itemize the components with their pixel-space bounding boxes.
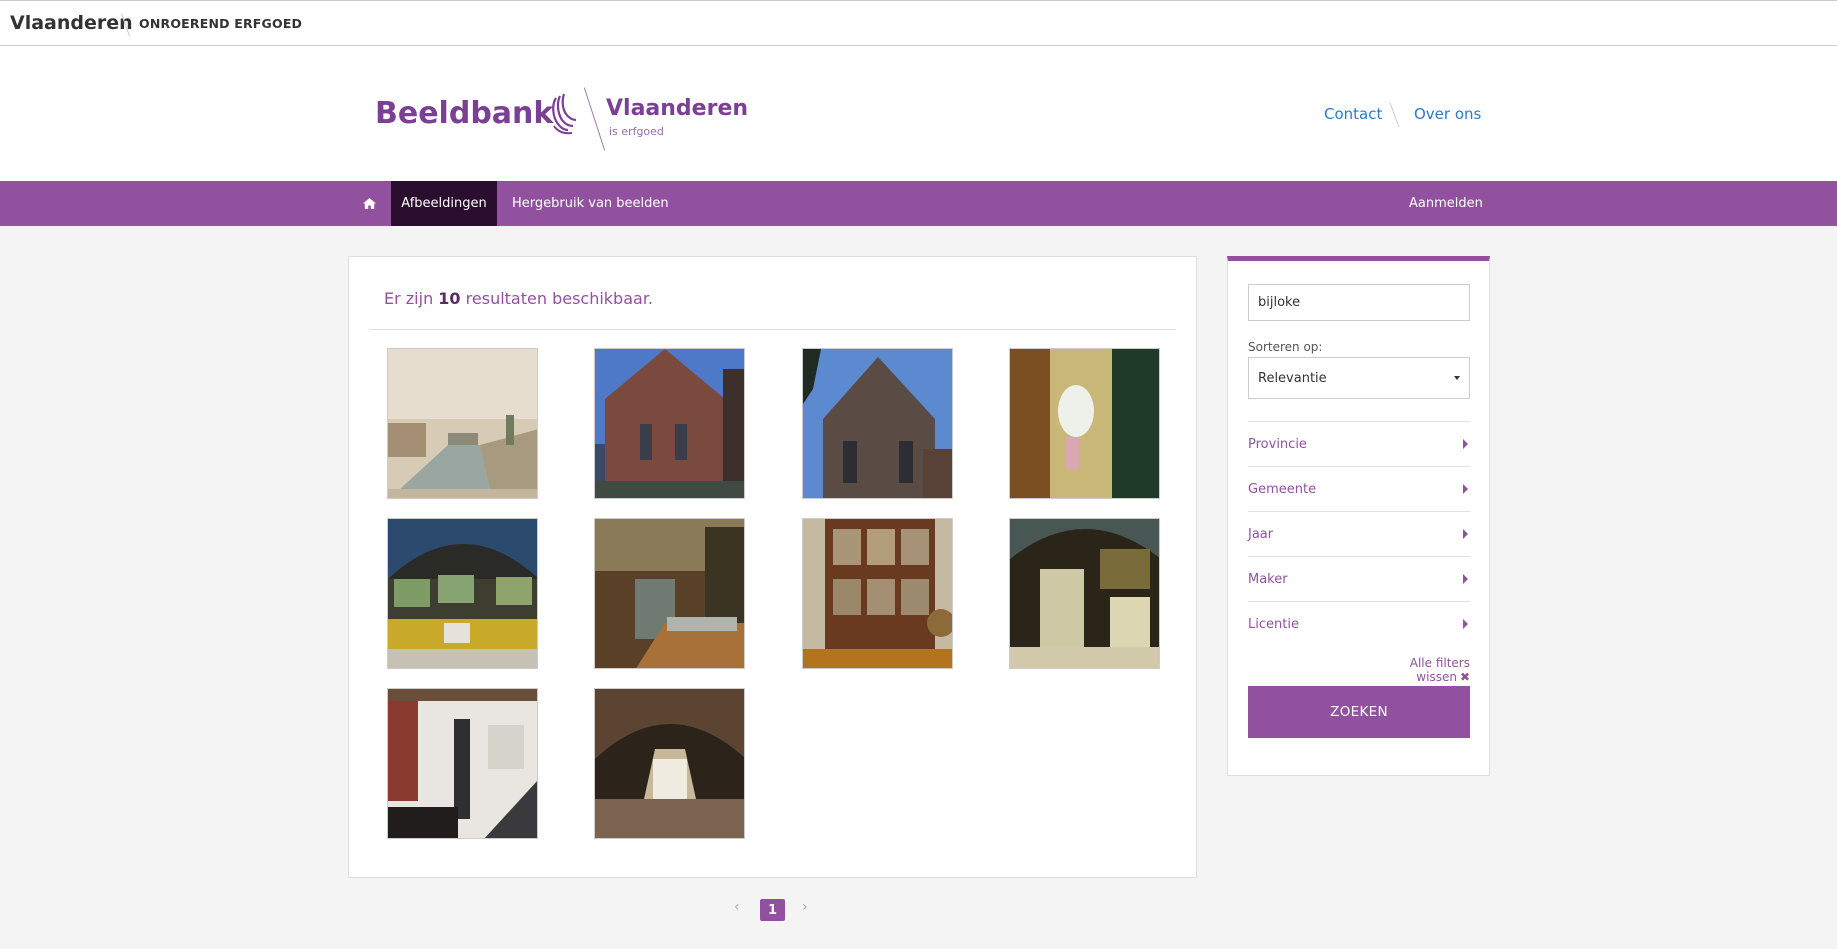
clear-filters-link[interactable]: Alle filters wissen ✖: [1358, 656, 1470, 684]
contact-link[interactable]: Contact: [1324, 105, 1382, 123]
thumbnail-image: [595, 689, 744, 838]
thumbnail-image: [388, 349, 537, 498]
result-thumbnail[interactable]: [1009, 518, 1160, 669]
caret-down-icon: [1454, 376, 1460, 380]
about-link[interactable]: Over ons: [1414, 105, 1481, 123]
pagination-page-current[interactable]: 1: [760, 899, 785, 921]
facet-provincie[interactable]: Provincie: [1248, 421, 1470, 466]
result-thumbnail[interactable]: [594, 688, 745, 839]
facet-jaar[interactable]: Jaar: [1248, 511, 1470, 556]
result-thumbnail[interactable]: [387, 518, 538, 669]
triangle-right-icon: [1463, 484, 1468, 494]
main-navigation: Afbeeldingen Hergebruik van beelden Aanm…: [0, 181, 1837, 226]
pagination-prev[interactable]: ‹: [734, 899, 740, 921]
thumbnail-image: [803, 519, 952, 668]
home-icon: [362, 198, 376, 209]
triangle-right-icon: [1463, 619, 1468, 629]
vlaanderen-logo-text: Vlaanderen: [606, 96, 749, 121]
login-link[interactable]: Aanmelden: [1409, 181, 1483, 226]
thumbnail-image: [595, 519, 744, 668]
search-button[interactable]: ZOEKEN: [1248, 686, 1470, 738]
tab-afbeeldingen[interactable]: Afbeeldingen: [391, 181, 497, 226]
thumbnail-image: [1010, 519, 1159, 668]
triangle-right-icon: [1463, 439, 1468, 449]
logo-divider: [583, 87, 606, 151]
facet-gemeente[interactable]: Gemeente: [1248, 466, 1470, 511]
triangle-right-icon: [1463, 529, 1468, 539]
site-header: Beeldbank Vlaanderen is erfgoed Contact …: [0, 46, 1837, 181]
facet-label: Provincie: [1248, 436, 1307, 452]
home-button[interactable]: [355, 181, 383, 226]
facet-licentie[interactable]: Licentie: [1248, 601, 1470, 646]
filter-panel: Sorteren op: Relevantie Provincie Gemeen…: [1227, 256, 1490, 776]
facet-label: Jaar: [1248, 526, 1274, 542]
results-count-prefix: Er zijn: [384, 289, 434, 308]
beeldbank-logo-text[interactable]: Beeldbank: [375, 96, 553, 131]
sort-select[interactable]: Relevantie: [1248, 357, 1470, 399]
result-thumbnail[interactable]: [802, 348, 953, 499]
result-thumbnail[interactable]: [802, 518, 953, 669]
close-icon: ✖: [1459, 670, 1470, 684]
search-input[interactable]: [1248, 284, 1470, 321]
header-link-divider: [1389, 102, 1400, 128]
thumbnail-image: [388, 519, 537, 668]
results-panel: Er zijn 10 resultaten beschikbaar.: [348, 256, 1197, 878]
thumbnail-image: [595, 349, 744, 498]
facet-label: Licentie: [1248, 616, 1299, 632]
onroerend-erfgoed-link[interactable]: ONROEREND ERFGOED: [139, 16, 302, 31]
sort-selected-value: Relevantie: [1258, 370, 1327, 386]
results-count-suffix: resultaten beschikbaar.: [465, 289, 654, 308]
result-thumbnail[interactable]: [1009, 348, 1160, 499]
facet-label: Maker: [1248, 571, 1288, 587]
thumbnail-image: [803, 349, 952, 498]
thumbnail-image: [1010, 349, 1159, 498]
facet-label: Gemeente: [1248, 481, 1317, 497]
logo-tagline: is erfgoed: [609, 125, 664, 138]
result-thumbnail[interactable]: [387, 688, 538, 839]
thumbnail-image: [388, 689, 537, 838]
tab-hergebruik[interactable]: Hergebruik van beelden: [512, 181, 669, 226]
triangle-right-icon: [1463, 574, 1468, 584]
result-thumbnail[interactable]: [594, 348, 745, 499]
results-count-number: 10: [438, 289, 461, 308]
sort-label: Sorteren op:: [1248, 340, 1323, 354]
government-topbar: Vlaanderen ONROEREND ERFGOED: [0, 0, 1837, 46]
facet-maker[interactable]: Maker: [1248, 556, 1470, 601]
result-thumbnail[interactable]: [594, 518, 745, 669]
result-thumbnail[interactable]: [387, 348, 538, 499]
results-count-text: Er zijn 10 resultaten beschikbaar.: [384, 289, 653, 308]
pagination-next[interactable]: ›: [802, 899, 808, 921]
flemish-lion-icon: [552, 93, 577, 135]
vlaanderen-topbar-link[interactable]: Vlaanderen: [10, 12, 133, 34]
results-divider: [369, 329, 1176, 330]
